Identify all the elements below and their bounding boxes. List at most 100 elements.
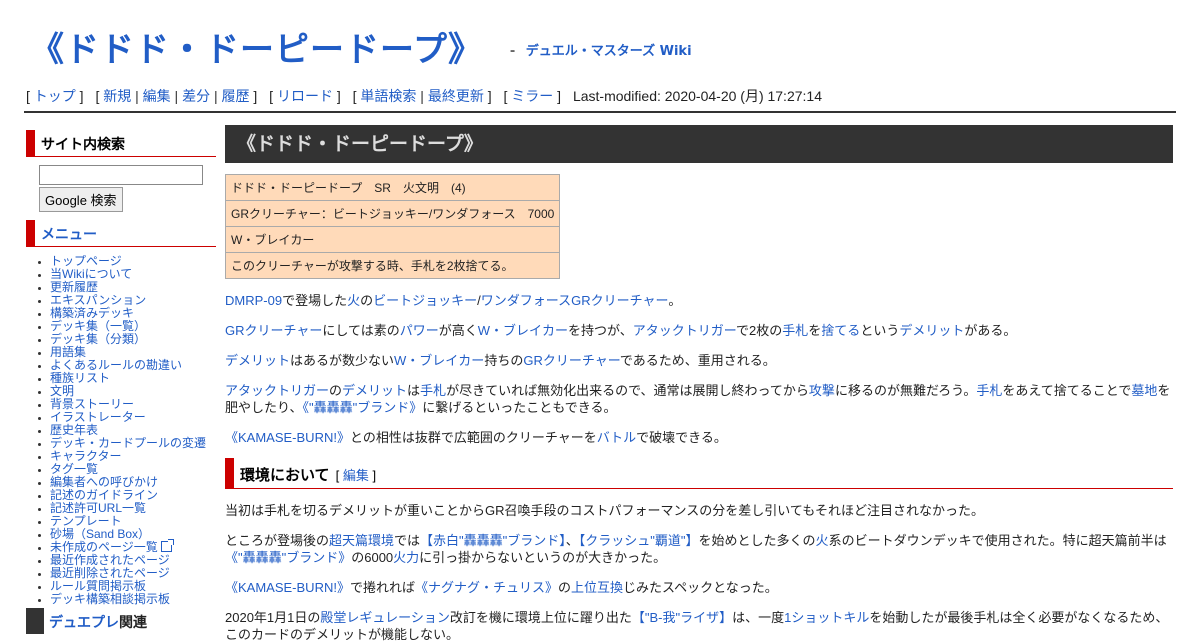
link[interactable]: GRクリーチャー (523, 353, 620, 368)
menu-item-link[interactable]: ルール質問掲示板 (50, 579, 146, 593)
link[interactable]: ワンダフォース (481, 293, 571, 308)
link[interactable]: 火 (816, 533, 829, 548)
related-suffix: 関連 (119, 614, 147, 630)
heading-marker (26, 130, 35, 156)
site-title: 《ドドド・ドーピードープ》 - デュエル・マスターズ Wiki (30, 22, 692, 71)
nav-new[interactable]: 新規 (103, 88, 131, 104)
text: は (407, 383, 421, 398)
menu-item[interactable]: 種族リスト (50, 372, 216, 385)
link[interactable]: 火 (347, 293, 360, 308)
search-heading: サイト内検索 (26, 130, 216, 157)
link[interactable]: GRクリーチャー (571, 293, 668, 308)
menu-item-link[interactable]: エキスパンション (50, 293, 146, 307)
site-subtitle: - デュエル・マスターズ Wiki (510, 44, 692, 59)
menu-item-link[interactable]: イラストレーター (50, 410, 146, 424)
menu-item-link[interactable]: 最近削除されたページ (50, 566, 170, 580)
menu-item-link[interactable]: テンプレート (50, 514, 122, 528)
menu-item-link[interactable]: 用語集 (50, 345, 86, 359)
text: に移るのが無難だろう。 (834, 383, 977, 398)
menu-item-link[interactable]: 記述許可URL一覧 (50, 501, 146, 515)
paragraph-overview: GRクリーチャーにしては素のパワーが高くW・ブレイカーを持つが、アタックトリガー… (225, 322, 1173, 339)
link[interactable]: 超天篇環境 (329, 533, 394, 548)
link[interactable]: 《"轟轟轟"ブランド》 (225, 550, 351, 565)
link[interactable]: デメリット (899, 323, 964, 338)
text: で2枚の (736, 323, 783, 338)
section-heading-environment: 環境において [ 編集 ] (225, 458, 1173, 489)
nav-diff[interactable]: 差分 (182, 88, 210, 104)
section-edit-link[interactable]: 編集 (343, 468, 369, 483)
menu-item-link[interactable]: タグ一覧 (50, 462, 98, 476)
menu-item-link[interactable]: デッキ集（分類） (50, 332, 146, 346)
link[interactable]: 捨てる (821, 323, 860, 338)
heading-marker (26, 608, 44, 634)
link[interactable]: デメリット (225, 353, 290, 368)
link[interactable]: 殿堂レギュレーション (320, 610, 449, 625)
text: は、一度 (732, 610, 785, 625)
nav-history[interactable]: 履歴 (222, 88, 250, 104)
link[interactable]: 攻撃 (809, 383, 835, 398)
menu-item-link[interactable]: 種族リスト (50, 371, 110, 385)
nav-word-search[interactable]: 単語検索 (360, 88, 416, 104)
link[interactable]: 手札 (782, 323, 808, 338)
link[interactable]: アタックトリガー (633, 323, 736, 338)
link[interactable]: DMRP-09 (225, 293, 282, 308)
menu-item-link[interactable]: デッキ集（一覧） (50, 319, 146, 333)
bracket: [ (335, 468, 340, 483)
google-search-button[interactable]: Google 検索 (39, 187, 123, 212)
menu-item-link[interactable]: 文明 (50, 384, 74, 398)
nav-edit[interactable]: 編集 (143, 88, 171, 104)
menu-item-link[interactable]: キャラクター (50, 449, 122, 463)
link[interactable]: 手札 (420, 383, 446, 398)
menu-item[interactable]: デッキ構築相談掲示板 (50, 593, 216, 606)
duepure-link[interactable]: デュエプレ (49, 614, 119, 630)
link[interactable]: バトル (597, 430, 636, 445)
link[interactable]: アタックトリガー (225, 383, 329, 398)
menu-item-link[interactable]: 編集者への呼びかけ (50, 475, 158, 489)
link[interactable]: 【赤白"轟轟轟"ブランド】 (420, 533, 566, 548)
link[interactable]: 墓地 (1131, 383, 1157, 398)
link[interactable]: 《KAMASE-BURN!》 (225, 580, 350, 595)
search-input[interactable] (39, 165, 203, 185)
nav-recent[interactable]: 最終更新 (428, 88, 484, 104)
link[interactable]: 【クラッシュ"覇道"】 (579, 533, 699, 548)
link[interactable]: W・ブレイカー (394, 353, 484, 368)
sidebar: サイト内検索 Google 検索 メニュー トップページ当Wikiについて更新履… (26, 130, 216, 634)
link[interactable]: デメリット (342, 383, 407, 398)
nav-top[interactable]: トップ (34, 88, 76, 104)
text: 持ちの (484, 353, 524, 368)
link[interactable]: 火力 (393, 550, 419, 565)
section-title: 環境において [ 編集 ] (240, 464, 376, 485)
menu-heading-link[interactable]: メニュー (41, 224, 97, 244)
menu-item-link[interactable]: 未作成のページ一覧 (50, 540, 158, 554)
menu-item-link[interactable]: 当Wikiについて (50, 267, 132, 281)
link[interactable]: パワー (400, 323, 439, 338)
page-title-link[interactable]: 《ドドド・ドーピードープ》 (30, 30, 483, 70)
link[interactable]: 【"B-我"ライザ】 (632, 610, 732, 625)
text: 2020年1月1日の (225, 610, 321, 625)
menu-item-link[interactable]: 最近作成されたページ (50, 553, 170, 567)
link[interactable]: 《"轟轟轟"ブランド》 (302, 400, 422, 415)
menu-item-link[interactable]: 歴史年表 (50, 423, 98, 437)
nav-mirror[interactable]: ミラー (511, 88, 553, 104)
link[interactable]: W・ブレイカー (478, 323, 568, 338)
menu-item-link[interactable]: トップページ (50, 254, 122, 268)
wiki-home-link[interactable]: デュエル・マスターズ Wiki (526, 44, 692, 59)
menu-item-link[interactable]: デッキ・カードプールの変遷 (50, 436, 206, 450)
link[interactable]: 手札 (976, 383, 1002, 398)
menu-item-link[interactable]: 更新履歴 (50, 280, 98, 294)
nav-reload[interactable]: リロード (277, 88, 333, 104)
link[interactable]: 《ナグナグ・チュリス》 (415, 580, 558, 595)
link[interactable]: 《KAMASE-BURN!》 (225, 430, 350, 445)
link[interactable]: GRクリーチャー (225, 323, 322, 338)
menu-item-link[interactable]: 構築済みデッキ (50, 306, 134, 320)
link[interactable]: 上位互換 (571, 580, 623, 595)
text: で破壊できる。 (636, 430, 727, 445)
text: では (394, 533, 421, 548)
menu-item-link[interactable]: デッキ構築相談掲示板 (50, 592, 170, 606)
menu-item-link[interactable]: よくあるルールの勘違い (50, 358, 182, 372)
link[interactable]: 1ショットキル (784, 610, 869, 625)
menu-item-link[interactable]: 背景ストーリー (50, 397, 134, 411)
menu-item-link[interactable]: 砂場（Sand Box） (50, 527, 150, 541)
link[interactable]: ビートジョッキー (373, 293, 477, 308)
menu-item-link[interactable]: 記述のガイドライン (50, 488, 158, 502)
